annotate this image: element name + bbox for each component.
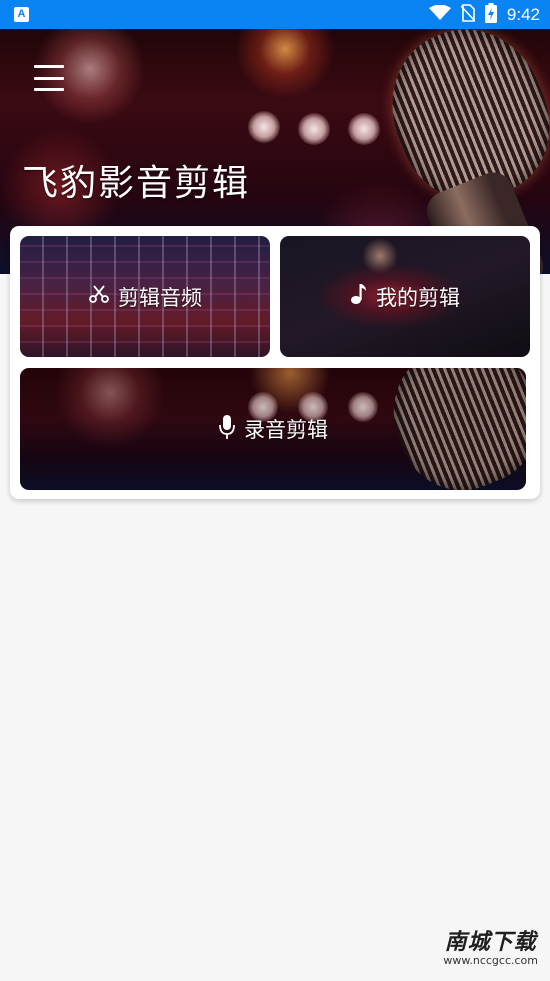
- app-title: 飞豹影音剪辑: [22, 163, 251, 204]
- record-edit-label: 录音剪辑: [244, 418, 328, 442]
- bokeh-light: [248, 111, 280, 143]
- app-notification-icon: A: [14, 7, 29, 22]
- status-bar: A 9:42: [0, 0, 550, 29]
- watermark-logo: 南城下载: [444, 930, 537, 955]
- battery-charging-icon: [484, 2, 497, 27]
- my-edits-button[interactable]: 我的剪辑: [280, 236, 530, 357]
- hamburger-menu-icon[interactable]: [34, 65, 64, 91]
- bokeh-light: [298, 113, 330, 145]
- bokeh-light: [348, 113, 380, 145]
- status-icons: 9:42: [428, 0, 540, 29]
- music-note-icon: [350, 282, 368, 311]
- watermark: 南城下载 www.nccgcc.com: [443, 924, 538, 967]
- no-sim-icon: [460, 3, 476, 26]
- my-edits-label: 我的剪辑: [376, 285, 460, 310]
- cut-audio-label: 剪辑音频: [118, 285, 202, 310]
- scissors-icon: [88, 283, 110, 310]
- feature-card: 剪辑音频 我的剪辑 录音剪辑: [10, 226, 540, 499]
- microphone-icon: [218, 414, 236, 445]
- watermark-url: www.nccgcc.com: [443, 954, 538, 967]
- record-edit-button[interactable]: 录音剪辑: [20, 368, 526, 490]
- status-time: 9:42: [506, 4, 540, 24]
- cut-audio-button[interactable]: 剪辑音频: [20, 236, 270, 357]
- wifi-icon: [428, 4, 451, 25]
